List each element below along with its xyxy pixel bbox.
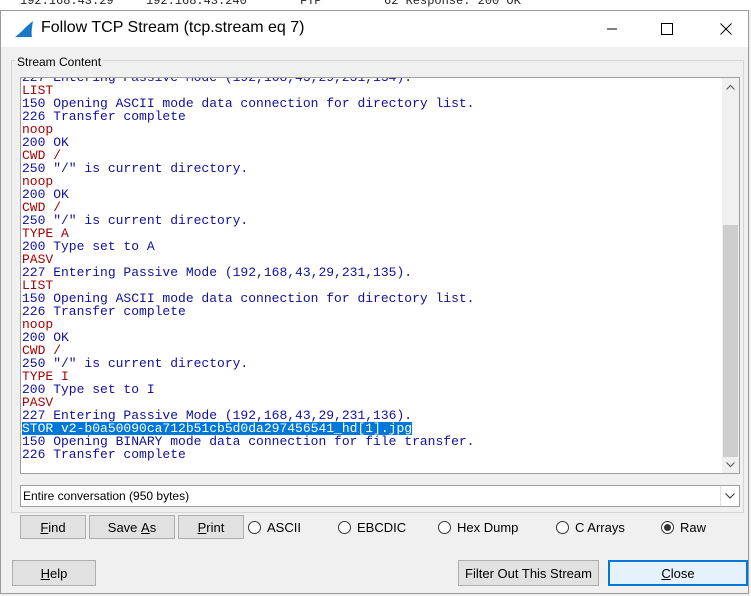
scroll-up-button[interactable] [722, 78, 739, 95]
server-line[interactable]: 200 Type set to I [22, 383, 722, 396]
conversation-select[interactable]: Entire conversation (950 bytes) [20, 485, 740, 507]
packet-destination: 192.168.43.240 [146, 0, 247, 8]
server-line[interactable]: 250 "/" is current directory. [22, 357, 722, 370]
stream-line-text: 250 "/" is current directory. [22, 161, 249, 176]
packet-info: 62 Response: 200 OK [384, 0, 521, 8]
close-label-post: lose [670, 565, 695, 581]
save-as-label-mnemonic: A [141, 519, 150, 535]
print-button[interactable]: Print [178, 515, 244, 539]
help-label-post: elp [50, 565, 68, 581]
wireshark-fin-icon [13, 20, 35, 38]
find-label-post: ind [48, 519, 66, 535]
close-label-mnemonic: C [661, 565, 671, 581]
find-button[interactable]: Find [20, 515, 86, 539]
packet-protocol: FTP [300, 0, 322, 8]
radio-label: ASCII [267, 520, 301, 535]
server-line[interactable]: 200 OK [22, 188, 722, 201]
server-line[interactable]: 227 Entering Passive Mode (192,168,43,29… [22, 266, 722, 279]
find-label-mnemonic: F [40, 519, 49, 535]
server-line[interactable]: 226 Transfer complete [22, 305, 722, 318]
server-line[interactable]: 250 "/" is current directory. [22, 214, 722, 227]
chevron-down-icon [726, 461, 735, 467]
stream-lines: 227 Entering Passive Mode (192,168,43,29… [22, 77, 722, 461]
client-line[interactable]: noop [22, 318, 722, 331]
dialog-title: Follow TCP Stream (tcp.stream eq 7) [41, 19, 305, 36]
server-line[interactable]: 226 Transfer complete [22, 110, 722, 123]
radio-label: Hex Dump [457, 520, 519, 535]
close-button[interactable]: Close [608, 560, 748, 586]
filter-out-stream-button[interactable]: Filter Out This Stream [458, 560, 599, 586]
radio-c-arrays[interactable]: C Arrays [556, 520, 625, 535]
radio-button-icon[interactable] [556, 521, 569, 534]
radio-label: C Arrays [575, 520, 625, 535]
print-label-post: rint [206, 519, 225, 535]
chevron-up-icon [726, 84, 735, 90]
radio-button-icon[interactable] [248, 521, 261, 534]
background-packet-row: 192.168.43.29 192.168.43.240 FTP 62 Resp… [0, 0, 751, 10]
close-window-button[interactable] [703, 11, 749, 47]
stream-line-text: 227 Entering Passive Mode (192,168,43,29… [22, 265, 413, 280]
server-line[interactable]: 200 OK [22, 136, 722, 149]
server-line[interactable]: 250 "/" is current directory. [22, 162, 722, 175]
conversation-select-value: Entire conversation (950 bytes) [23, 489, 190, 503]
radio-button-icon[interactable] [338, 521, 351, 534]
radio-label: EBCDIC [357, 520, 407, 535]
radio-hex-dump[interactable]: Hex Dump [438, 520, 518, 535]
save-as-button[interactable]: Save As [89, 515, 175, 539]
stream-content-label: Stream Content [15, 55, 104, 69]
server-line[interactable]: 226 Transfer complete [22, 448, 722, 461]
help-button[interactable]: Help [12, 560, 96, 586]
scroll-down-button[interactable] [722, 456, 739, 473]
server-line[interactable]: 200 OK [22, 331, 722, 344]
minimize-button[interactable] [589, 11, 635, 47]
radio-button-icon[interactable] [438, 521, 451, 534]
dropdown-arrow[interactable] [720, 486, 739, 506]
server-line[interactable]: 227 Entering Passive Mode (192,168,43,29… [22, 77, 722, 85]
stream-line-text: 226 Transfer complete [22, 447, 186, 462]
stream-content-textbox[interactable]: 227 Entering Passive Mode (192,168,43,29… [20, 77, 740, 474]
radio-ebcdic[interactable]: EBCDIC [338, 520, 406, 535]
follow-tcp-stream-dialog: Follow TCP Stream (tcp.stream eq 7) Stre… [0, 10, 749, 594]
radio-label: Raw [680, 520, 707, 535]
packet-source: 192.168.43.29 [20, 0, 114, 8]
client-line[interactable]: noop [22, 123, 722, 136]
radio-button-icon[interactable] [661, 521, 674, 534]
maximize-icon [661, 23, 673, 35]
print-label-mnemonic: P [197, 519, 207, 535]
client-line[interactable]: noop [22, 175, 722, 188]
maximize-button[interactable] [644, 11, 690, 47]
scroll-thumb[interactable] [723, 225, 738, 457]
title-bar[interactable]: Follow TCP Stream (tcp.stream eq 7) [1, 11, 748, 47]
save-as-label-post: s [149, 519, 157, 535]
chevron-down-icon [725, 493, 735, 499]
stream-vertical-scrollbar[interactable] [722, 78, 739, 473]
minimize-icon [607, 28, 617, 30]
radio-raw[interactable]: Raw [661, 520, 706, 535]
stream-line-text: 227 Entering Passive Mode (192,168,43,29… [22, 77, 413, 85]
close-icon [720, 23, 732, 35]
radio-ascii[interactable]: ASCII [248, 520, 301, 535]
save-as-label-pre: Save [107, 519, 142, 535]
help-label-mnemonic: H [40, 565, 51, 581]
server-line[interactable]: 200 Type set to A [22, 240, 722, 253]
